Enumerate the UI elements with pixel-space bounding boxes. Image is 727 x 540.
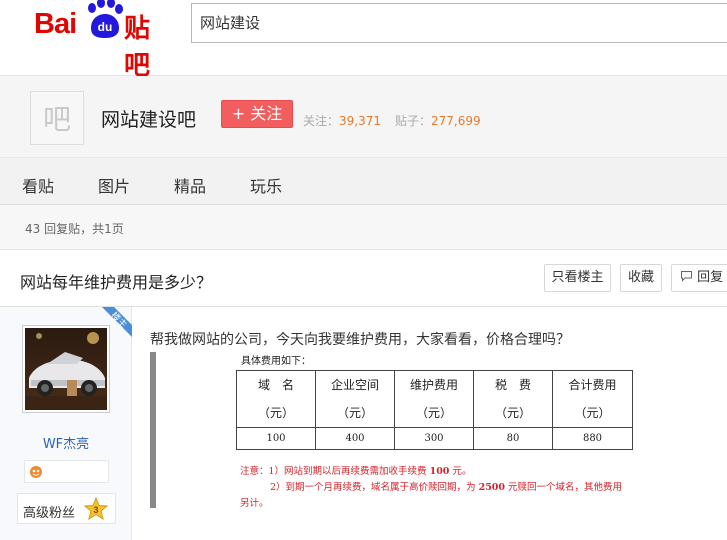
post-count-label: 贴子： [395,114,432,128]
paw-icon: du [88,0,123,38]
favorite-button[interactable]: 收藏 [620,264,662,292]
reply-button[interactable]: 回复 [671,264,727,292]
fan-level-number: 3 [93,505,98,515]
reply-info-bar: 43 回复贴，共1页 [0,205,727,250]
table-header-cell: 企业空间 （元） [315,370,395,428]
forum-stats: 关注：39,371 贴子：277,699 [303,112,481,129]
tab-view-posts[interactable]: 看贴 [22,173,54,197]
game-icon [30,466,42,478]
tab-featured[interactable]: 精品 [174,173,206,197]
op-ribbon: 楼主 [92,307,132,347]
table-cell: 80 [473,427,553,450]
forum-header: 吧 网站建设吧 + 关注 关注：39,371 贴子：277,699 [0,76,727,158]
logo-bai-text: Bai [34,8,77,40]
forum-name[interactable]: 网站建设吧 [101,105,196,132]
tab-fun[interactable]: 玩乐 [250,173,282,197]
post-count: 277,699 [431,114,481,128]
fee-table: 域 名（元） 企业空间 （元） 维护费用 （元） 税 费（元） 合计费用 （元） 10… [236,370,633,450]
username[interactable]: WF杰亮 [0,433,132,452]
speech-bubble-icon [681,271,692,282]
table-cell: 100 [236,427,316,450]
table-row: 100 400 300 80 880 [236,427,633,450]
fan-level-label: 高级粉丝 [23,506,76,521]
table-row: 域 名（元） 企业空间 （元） 维护费用 （元） 税 费（元） 合计费用 （元） [236,370,633,428]
table-header-cell: 税 费（元） [473,370,553,428]
reply-button-label: 回复 [697,270,724,285]
fan-level-badge[interactable]: 高级粉丝 3 [17,493,116,524]
only-op-button[interactable]: 只看楼主 [544,264,611,292]
post-content: 帮我做网站的公司，今天向我要维护费用，大家看看，价格合理吗？ [150,332,570,348]
table-cell: 880 [552,427,633,450]
star-level-icon: 3 [84,497,108,521]
tab-pictures[interactable]: 图片 [98,173,130,197]
fee-caption: 具体费用如下： [241,356,311,367]
image-quote-bar [150,352,156,508]
table-header-cell: 合计费用 （元） [552,370,633,428]
follow-count-label: 关注： [303,114,340,128]
table-header-cell: 域 名（元） [236,370,316,428]
table-cell: 400 [315,427,395,450]
thread-title-bar: 网站每年维护费用是多少？ 只看楼主 收藏 回复 [0,250,727,307]
fee-note: 注意：1）网站到期以后再续费需加收手续费 100 元。 2）到期一个月再续费，域… [240,466,623,509]
logo-tieba-text: 贴吧 [124,14,151,81]
reply-count: 43 回复贴，共1页 [25,222,124,236]
logo-du-text: du [98,20,113,34]
thread-title: 网站每年维护费用是多少？ [20,273,213,292]
forum-nav: 看贴 图片 精品 玩乐 [0,158,727,205]
follow-button[interactable]: + 关注 [221,100,293,128]
user-badge-box[interactable] [24,460,109,483]
search-input[interactable]: 网站建设 [191,3,727,43]
table-cell: 300 [394,427,474,450]
follow-count: 39,371 [339,114,382,128]
table-header-cell: 维护费用 （元） [394,370,474,428]
post-image[interactable]: 具体费用如下： 域 名（元） 企业空间 （元） 维护费用 （元） 税 费（元） 合计… [150,350,640,510]
forum-avatar[interactable]: 吧 [30,91,84,145]
top-bar: Bai du 贴吧 网站建设 [0,0,727,81]
